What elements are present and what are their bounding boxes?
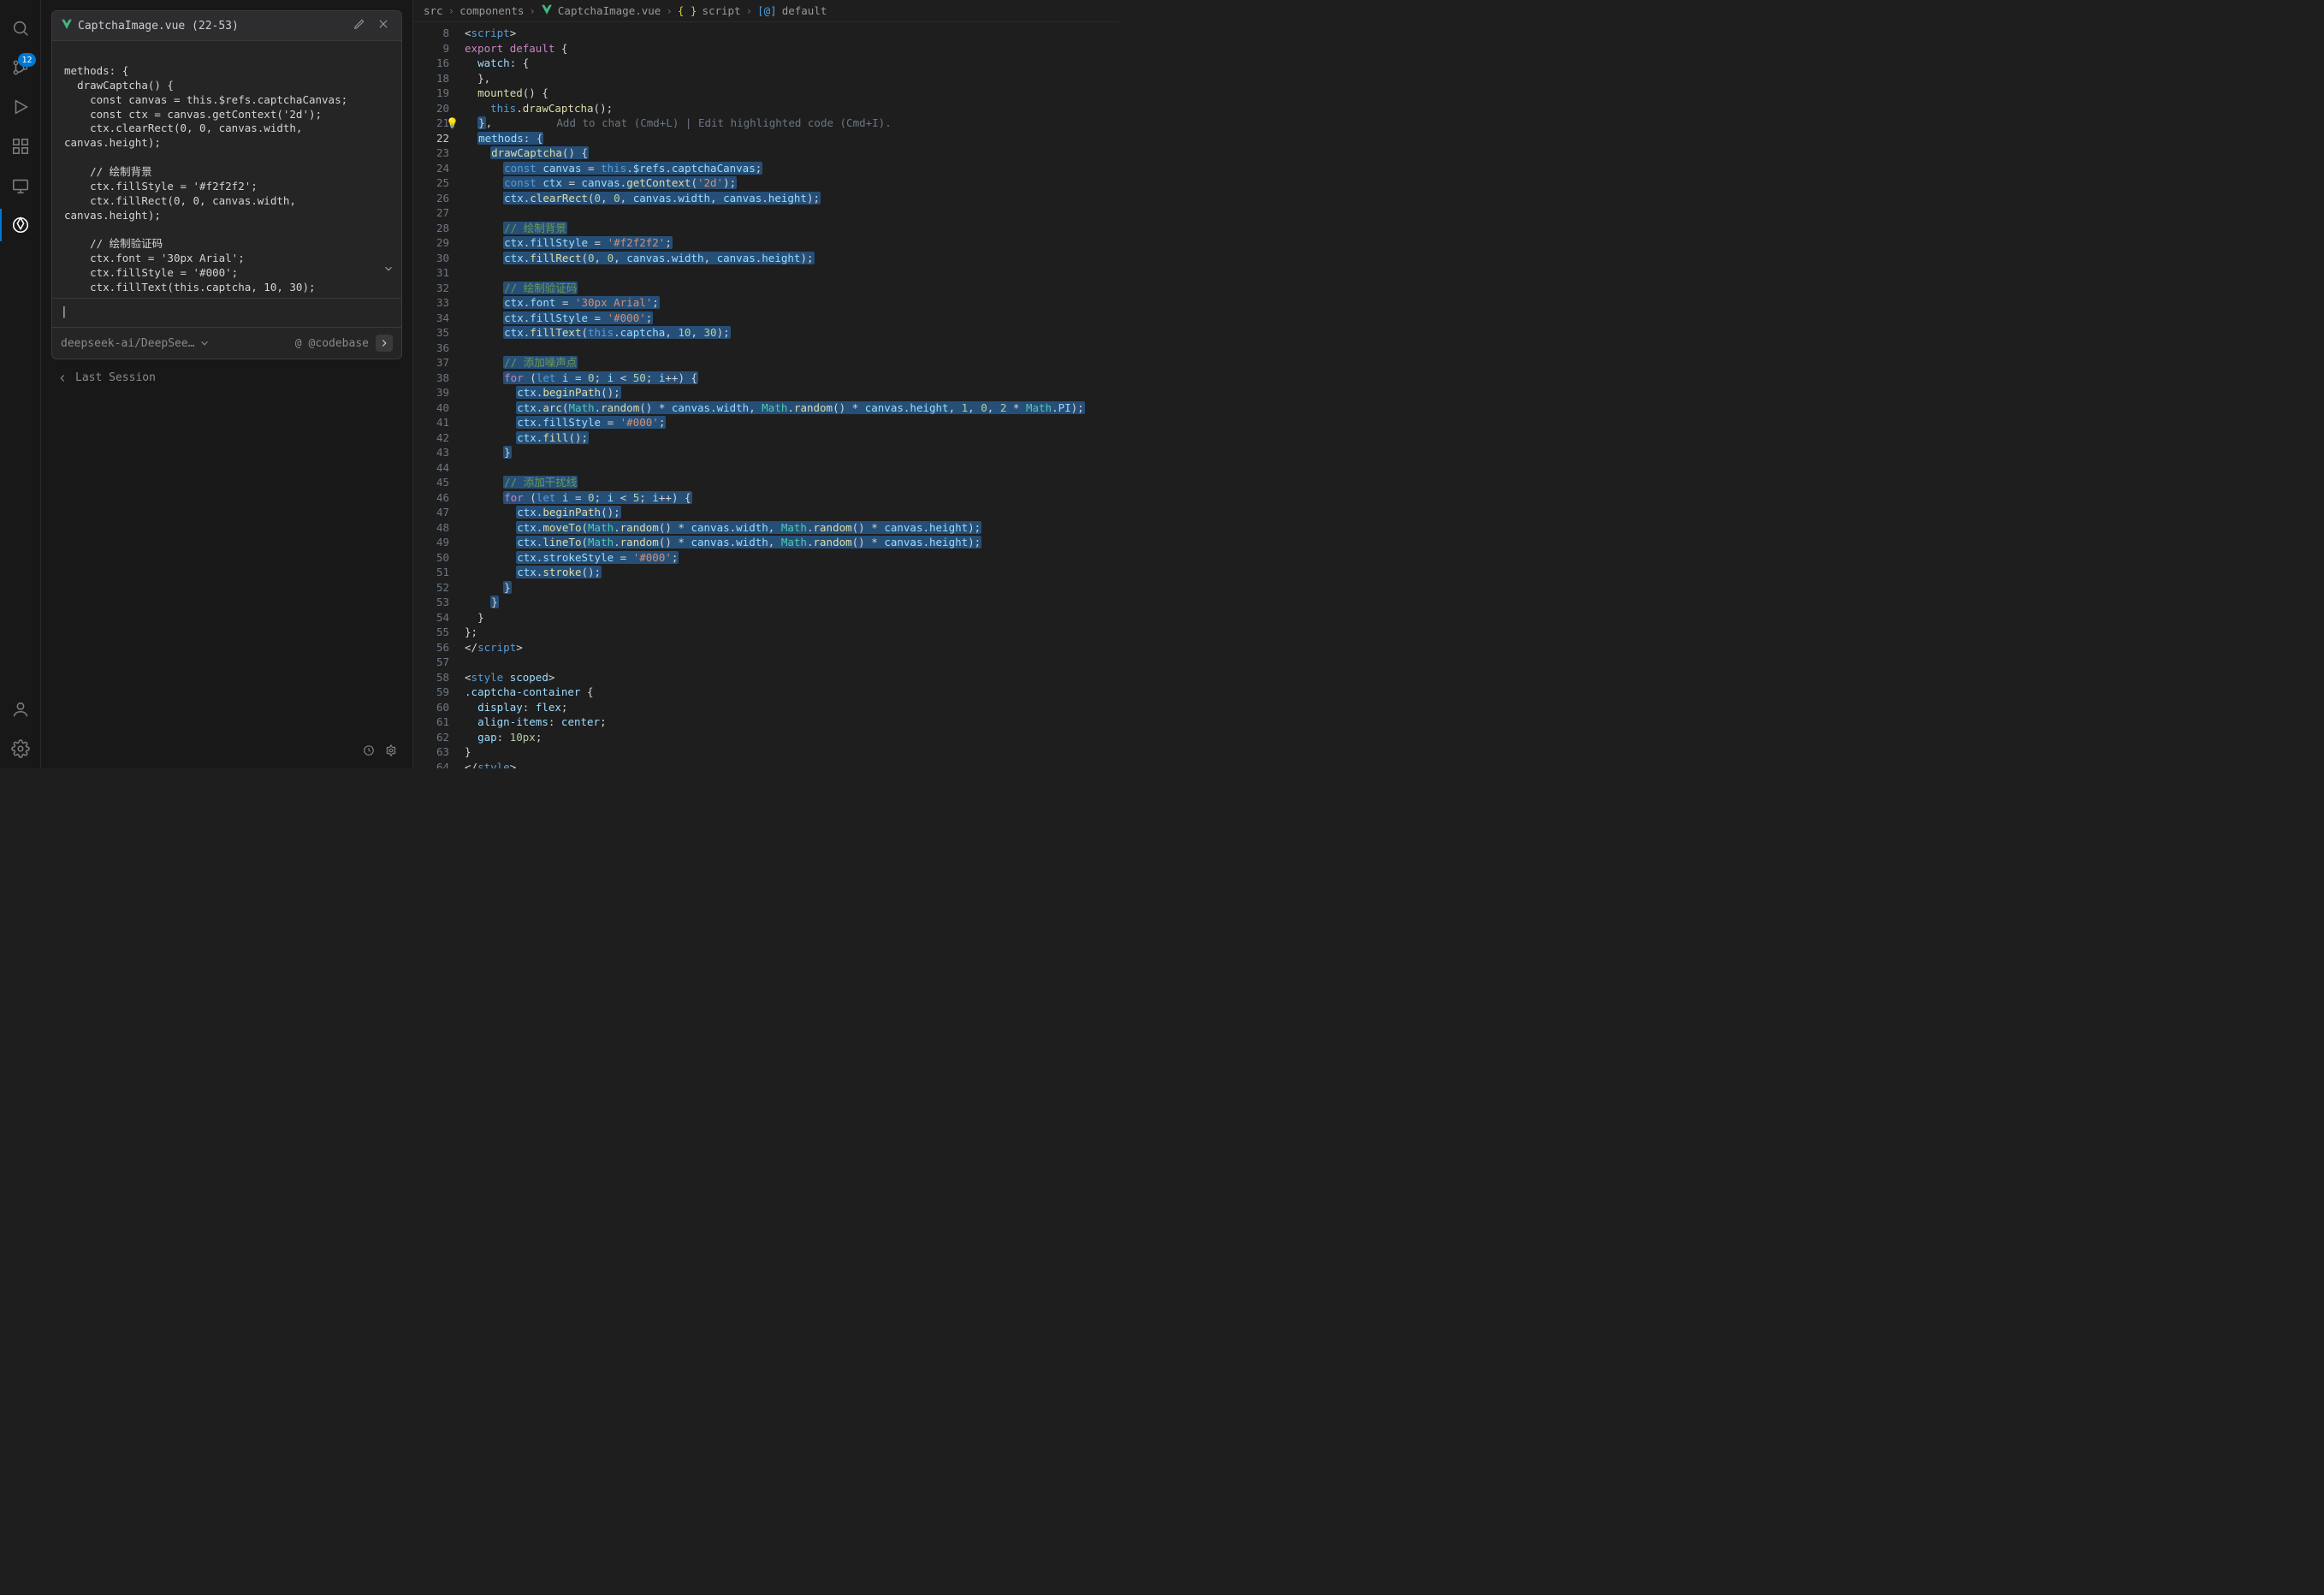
code-line[interactable] [461,460,1119,476]
run-debug-icon[interactable] [0,87,41,127]
extensions-icon[interactable] [0,127,41,166]
chevron-down-icon[interactable] [331,248,394,294]
remote-icon[interactable] [0,166,41,205]
code-line[interactable]: 💡 }, Add to chat (Cmd+L) | Edit highligh… [461,116,1119,131]
source-control-icon[interactable]: 12 [0,48,41,87]
code-line[interactable]: <script> [461,26,1119,41]
code-line[interactable]: watch: { [461,56,1119,71]
lightbulb-icon[interactable]: 💡 [446,116,459,132]
code-line[interactable]: ctx.strokeStyle = '#000'; [461,550,1119,566]
code-line[interactable]: const canvas = this.$refs.captchaCanvas; [461,161,1119,176]
code-line[interactable]: } [461,580,1119,596]
code-line[interactable]: ctx.fillText(this.captcha, 10, 30); [461,325,1119,341]
code-line[interactable]: }, [461,71,1119,86]
code-line[interactable]: </script> [461,640,1119,655]
vue-file-icon [61,18,73,33]
code-line[interactable]: } [461,744,1119,760]
close-icon[interactable] [374,16,393,35]
code-line[interactable]: // 绘制验证码 [461,281,1119,296]
breadcrumb-sep: › [666,4,673,17]
scm-badge: 12 [18,53,35,67]
chat-bottom-icons [51,736,402,768]
code-line[interactable]: ctx.fillStyle = '#000'; [461,311,1119,326]
code-line[interactable]: // 添加噪声点 [461,355,1119,371]
code-line[interactable]: } [461,610,1119,626]
chat-input[interactable]: | [52,298,401,327]
code-lines[interactable]: <script>export default { watch: { }, mou… [461,22,1119,768]
code-line[interactable]: <style scoped> [461,670,1119,685]
code-line[interactable]: ctx.clearRect(0, 0, canvas.width, canvas… [461,191,1119,206]
breadcrumb-item[interactable]: default [782,4,827,17]
code-line[interactable]: // 绘制背景 [461,221,1119,236]
code-line[interactable] [461,265,1119,281]
activity-bar: 12 [0,0,41,768]
chat-panel: CaptchaImage.vue (22-53) methods: { draw… [41,0,412,768]
code-line[interactable]: }; [461,625,1119,640]
code-line[interactable]: display: flex; [461,700,1119,715]
code-line[interactable]: ctx.fillStyle = '#f2f2f2'; [461,235,1119,251]
account-icon[interactable] [0,690,41,729]
code-line[interactable]: this.drawCaptcha(); [461,101,1119,116]
code-line[interactable]: ctx.stroke(); [461,565,1119,580]
breadcrumb-sep: › [529,4,536,17]
chat-reference-title: CaptchaImage.vue (22-53) [78,20,345,33]
code-line[interactable] [461,341,1119,356]
code-line[interactable]: align-items: center; [461,714,1119,730]
code-line[interactable]: gap: 10px; [461,730,1119,745]
code-line[interactable]: ctx.beginPath(); [461,385,1119,400]
settings-gear-icon[interactable] [0,729,41,768]
code-line[interactable]: const ctx = canvas.getContext('2d'); [461,175,1119,191]
breadcrumb-item[interactable]: components [459,4,524,17]
chat-card: CaptchaImage.vue (22-53) methods: { draw… [51,10,402,359]
chat-panel-icon[interactable] [0,205,41,245]
code-line[interactable]: methods: { [461,131,1119,146]
code-line[interactable]: ctx.fillStyle = '#000'; [461,415,1119,430]
code-line[interactable]: } [461,595,1119,610]
code-line[interactable]: drawCaptcha() { [461,145,1119,161]
last-session-link[interactable]: Last Session [51,359,402,396]
code-area[interactable]: 8916181920212223242526272829303132333435… [413,22,1119,768]
code-line[interactable]: for (let i = 0; i < 5; i++) { [461,490,1119,506]
at-mention-icon[interactable]: @ [295,337,302,350]
code-line[interactable]: .captcha-container { [461,685,1119,700]
chat-settings-icon[interactable] [385,744,397,760]
code-line[interactable]: mounted() { [461,86,1119,101]
braces-icon: { } [678,4,697,17]
breadcrumb-item[interactable]: CaptchaImage.vue [558,4,661,17]
breadcrumb-item[interactable]: src [424,4,443,17]
code-line[interactable]: ctx.arc(Math.random() * canvas.width, Ma… [461,400,1119,416]
model-selector[interactable]: deepseek-ai/DeepSee… [61,337,288,350]
chat-code-preview: methods: { drawCaptcha() { const canvas … [52,41,401,298]
codebase-label[interactable]: @codebase [309,337,369,350]
code-line[interactable]: ctx.fill(); [461,430,1119,446]
code-line[interactable]: </style> [461,760,1119,769]
code-line[interactable]: // 添加干扰线 [461,475,1119,490]
code-line[interactable]: ctx.beginPath(); [461,505,1119,520]
breadcrumb-sep: › [746,4,753,17]
breadcrumb-item[interactable]: script [702,4,740,17]
breadcrumbs[interactable]: src › components › CaptchaImage.vue › { … [413,0,1119,22]
code-line[interactable]: ctx.font = '30px Arial'; [461,295,1119,311]
code-line[interactable] [461,655,1119,670]
breadcrumb-sep: › [448,4,455,17]
symbol-icon: [@] [757,4,777,17]
code-line[interactable]: ctx.lineTo(Math.random() * canvas.width,… [461,535,1119,550]
code-line[interactable]: ctx.moveTo(Math.random() * canvas.width,… [461,520,1119,536]
search-icon[interactable] [0,9,41,48]
history-icon[interactable] [363,744,375,760]
line-gutter: 8916181920212223242526272829303132333435… [413,22,461,768]
send-button[interactable] [376,335,393,352]
code-line[interactable]: ctx.fillRect(0, 0, canvas.width, canvas.… [461,251,1119,266]
code-line[interactable]: } [461,445,1119,460]
edit-icon[interactable] [350,16,369,35]
editor: src › components › CaptchaImage.vue › { … [412,0,1119,768]
chat-reference-header: CaptchaImage.vue (22-53) [52,11,401,41]
code-line[interactable] [461,205,1119,221]
code-line[interactable]: export default { [461,41,1119,56]
vue-file-icon [541,3,553,18]
code-line[interactable]: for (let i = 0; i < 50; i++) { [461,371,1119,386]
chat-footer: deepseek-ai/DeepSee… @ @codebase [52,327,401,359]
